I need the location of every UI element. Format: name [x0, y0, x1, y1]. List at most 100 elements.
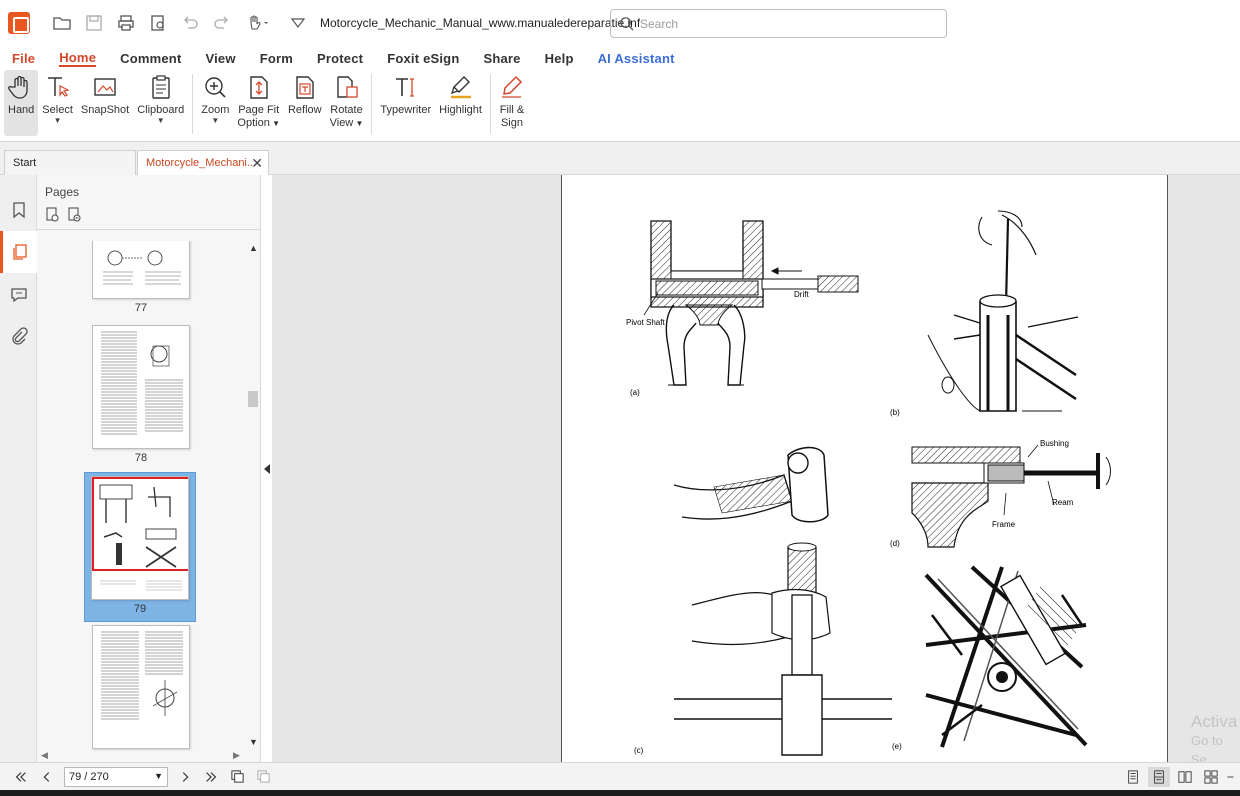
zoom-slider-icon[interactable]: [1226, 767, 1234, 787]
pages-panel-icon[interactable]: [0, 231, 37, 273]
pages-divider: [37, 229, 261, 230]
scroll-down-arrow-icon[interactable]: ▼: [249, 737, 258, 747]
customize-chevron-icon[interactable]: [284, 9, 312, 37]
page-fit-icon: [250, 76, 268, 99]
page-fit-option-text: Option: [237, 117, 270, 129]
undo-icon[interactable]: [176, 9, 204, 37]
continuous-page-view-icon[interactable]: [1148, 767, 1170, 787]
reflow-button[interactable]: Reflow: [284, 70, 326, 136]
hand-tool-button[interactable]: Hand: [4, 70, 39, 136]
document-view[interactable]: Drift Pivot Shaft (a) (b) Bushing Ream F…: [272, 175, 1240, 762]
attachment-icon[interactable]: [0, 315, 37, 357]
hand-tool-dropdown-icon[interactable]: [240, 9, 276, 37]
last-page-icon[interactable]: [198, 764, 224, 790]
fill-sign-label-2: Sign: [500, 117, 523, 129]
thumbnail-page-77[interactable]: 77: [85, 241, 197, 314]
first-page-icon[interactable]: [8, 764, 34, 790]
clipboard-icon: [152, 75, 170, 99]
search-box[interactable]: [610, 9, 947, 38]
continuous-facing-view-icon[interactable]: [1200, 767, 1222, 787]
typewriter-label: Typewriter: [380, 104, 432, 116]
label-b: (b): [890, 408, 900, 417]
typewriter-button[interactable]: Typewriter: [376, 70, 435, 136]
chevron-down-icon: ▼: [156, 116, 165, 125]
page-zoom-out-icon[interactable]: [67, 207, 83, 223]
ribbon-toolbar: Hand Select ▼ SnapShot Clipboard ▼ Zoom …: [0, 70, 1240, 142]
pdf-page-79: Drift Pivot Shaft (a) (b) Bushing Ream F…: [561, 175, 1168, 762]
page-illustrations: Drift Pivot Shaft (a) (b) Bushing Ream F…: [626, 210, 1111, 756]
thumbnail-page-78[interactable]: 78: [85, 325, 197, 464]
collapse-panel-arrow-icon[interactable]: [262, 462, 272, 476]
tab-document[interactable]: Motorcycle_Mechani... ✕: [137, 150, 269, 175]
page-number-field[interactable]: 79 / 270 ▼: [64, 766, 168, 787]
menu-view[interactable]: View: [205, 51, 235, 66]
page-fit-option-button[interactable]: Page Fit Option ▼: [233, 70, 284, 136]
select-tool-button[interactable]: Select ▼: [38, 70, 77, 136]
chevron-down-icon[interactable]: ▼: [154, 771, 163, 781]
clipboard-tool-button[interactable]: Clipboard ▼: [133, 70, 188, 136]
reflow-label: Reflow: [287, 104, 322, 116]
bookmark-icon[interactable]: [0, 189, 37, 231]
menu-ai-assistant[interactable]: AI Assistant: [598, 51, 675, 66]
label-e: (e): [892, 742, 902, 751]
activation-watermark: Activa Go to Se: [1191, 712, 1240, 762]
comments-icon[interactable]: [0, 273, 37, 315]
menu-file[interactable]: File: [12, 51, 35, 66]
save-icon[interactable]: [80, 9, 108, 37]
menu-share[interactable]: Share: [483, 51, 520, 66]
toolbar-divider: [192, 74, 194, 134]
menu-home[interactable]: Home: [59, 50, 97, 67]
print-preview-icon[interactable]: [144, 9, 172, 37]
search-input[interactable]: [640, 16, 920, 31]
page-zoom-in-icon[interactable]: [45, 207, 61, 223]
menu-foxit-esign[interactable]: Foxit eSign: [387, 51, 459, 66]
figure-e-frame-detail: [922, 565, 1092, 751]
chevron-down-icon: ▼: [211, 116, 220, 125]
next-page-icon[interactable]: [172, 764, 198, 790]
snapshot-label: SnapShot: [80, 104, 130, 116]
highlight-icon: [450, 76, 471, 99]
label-c: (c): [634, 746, 644, 755]
tab-start[interactable]: Start: [4, 150, 136, 175]
thumbnail-horizontal-scrollbar[interactable]: ◀ ▶: [37, 750, 247, 762]
label-bushing: Bushing: [1040, 439, 1069, 448]
print-icon[interactable]: [112, 9, 140, 37]
label-a: (a): [630, 388, 640, 397]
ribbon-menu-bar: File Home Comment View Form Protect Foxi…: [0, 46, 1240, 70]
open-folder-icon[interactable]: [48, 9, 76, 37]
taskbar-strip: [0, 790, 1240, 796]
facing-view-icon[interactable]: [1174, 767, 1196, 787]
highlight-label: Highlight: [439, 104, 482, 116]
redo-icon[interactable]: [208, 9, 236, 37]
close-icon[interactable]: ✕: [251, 155, 263, 172]
typewriter-icon: [395, 78, 414, 97]
previous-view-icon[interactable]: [224, 764, 250, 790]
zoom-tool-button[interactable]: Zoom ▼: [197, 70, 233, 136]
fill-sign-icon: [501, 75, 523, 98]
toolbar-divider: [371, 74, 373, 134]
menu-comment[interactable]: Comment: [120, 51, 181, 66]
snapshot-tool-button[interactable]: SnapShot: [77, 70, 133, 136]
rotate-view-button[interactable]: Rotate View ▼: [326, 70, 368, 136]
scroll-left-arrow-icon[interactable]: ◀: [41, 750, 48, 761]
status-bar: 79 / 270 ▼: [0, 762, 1240, 790]
highlight-button[interactable]: Highlight: [435, 70, 486, 136]
thumbnail-page-79[interactable]: 79: [84, 472, 196, 622]
menu-protect[interactable]: Protect: [317, 51, 363, 66]
scroll-right-arrow-icon[interactable]: ▶: [233, 750, 240, 761]
previous-page-icon[interactable]: [34, 764, 60, 790]
thumbnail-scrollbar[interactable]: ▲ ▼: [246, 241, 258, 751]
single-page-view-icon[interactable]: [1122, 767, 1144, 787]
thumbnail-page-80[interactable]: [85, 625, 197, 749]
title-bar: Motorcycle_Mechanic_Manual_www.manualede…: [0, 0, 1240, 46]
menu-form[interactable]: Form: [260, 51, 293, 66]
fill-sign-button[interactable]: Fill & Sign: [495, 70, 529, 136]
rotate-label-1: Rotate: [330, 104, 363, 116]
scrollbar-thumb[interactable]: [248, 391, 258, 407]
search-icon: [620, 17, 634, 31]
menu-help[interactable]: Help: [545, 51, 574, 66]
page-thumbnail-image: [92, 241, 190, 299]
scroll-up-arrow-icon[interactable]: ▲: [249, 243, 258, 253]
next-view-icon[interactable]: [250, 764, 276, 790]
label-ream: Ream: [1052, 498, 1074, 507]
